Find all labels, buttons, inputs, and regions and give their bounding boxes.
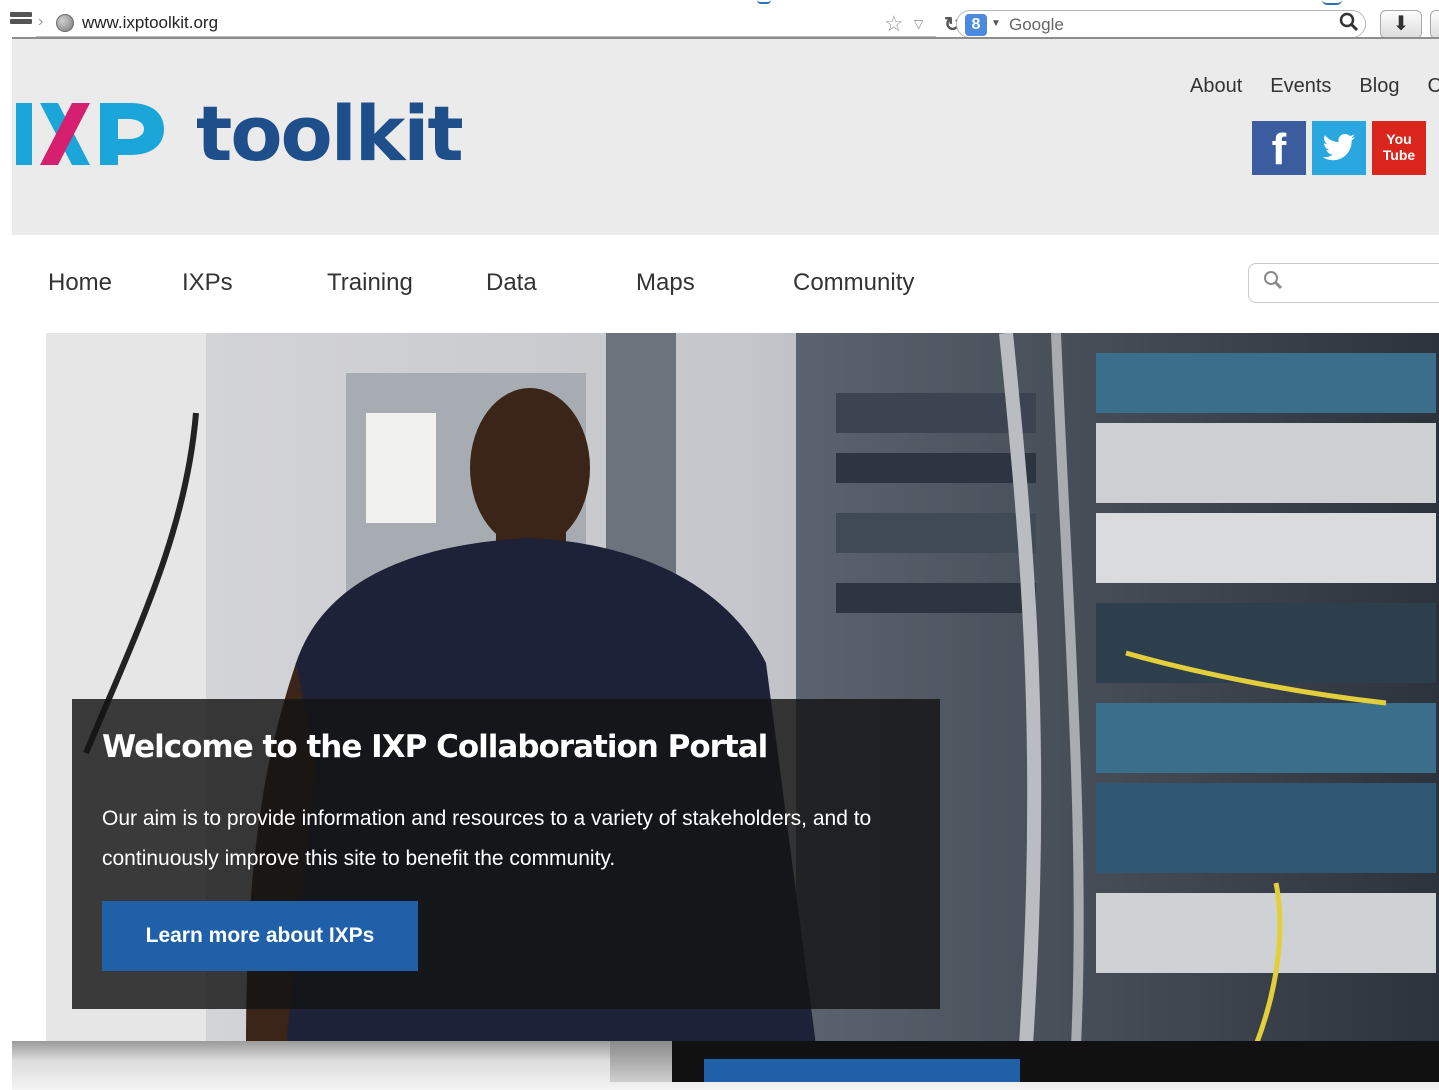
- nav-item-community[interactable]: Community: [793, 269, 914, 297]
- twitter-icon[interactable]: [1312, 121, 1366, 175]
- search-engine-dropdown-icon[interactable]: ▼: [991, 18, 1001, 29]
- facebook-icon[interactable]: f: [1252, 121, 1306, 175]
- nav-item-ixps[interactable]: IXPs: [182, 269, 233, 297]
- download-arrow-icon: ⬇: [1392, 13, 1410, 35]
- bookmarks-icon[interactable]: [10, 12, 32, 26]
- bookmark-star-icon[interactable]: ☆: [884, 13, 904, 35]
- browser-toolbar: › www.ixptoolkit.org ☆ ▽ ↻ 8 ▼ Google ⬇: [0, 4, 1439, 40]
- scroll-thumb-fragment: [610, 1041, 672, 1082]
- ixp-toolkit-logo[interactable]: toolkit: [14, 89, 464, 179]
- chevron-right-icon: ›: [38, 13, 44, 30]
- address-bar[interactable]: › www.ixptoolkit.org ☆ ▽ ↻: [36, 8, 961, 37]
- dropdown-triangle-icon[interactable]: ▽: [914, 17, 923, 31]
- link-blog[interactable]: Blog: [1359, 75, 1399, 98]
- toolbar-button[interactable]: [1430, 10, 1439, 39]
- button-fragment: [704, 1059, 1020, 1082]
- link-truncated[interactable]: C: [1427, 75, 1439, 98]
- ixp-logo-mark: [16, 103, 164, 165]
- google-icon[interactable]: 8: [965, 14, 987, 36]
- url-text[interactable]: www.ixptoolkit.org: [82, 13, 218, 33]
- logo-wordmark: toolkit: [196, 89, 464, 178]
- utility-links: About Events Blog C: [1190, 75, 1439, 98]
- learn-more-button[interactable]: Learn more about IXPs: [102, 901, 418, 971]
- main-navigation: Home IXPs Training Data Maps Community: [12, 235, 1439, 333]
- site-header: toolkit About Events Blog C f You Tube: [12, 39, 1439, 235]
- search-icon: [1264, 271, 1283, 290]
- nav-item-training[interactable]: Training: [327, 269, 413, 297]
- youtube-label: You Tube: [1382, 131, 1416, 163]
- hero-caption-panel: Welcome to the IXP Collaboration Portal …: [72, 699, 940, 1009]
- social-links: f You Tube: [1252, 121, 1426, 175]
- downloads-button[interactable]: ⬇: [1380, 10, 1422, 39]
- browser-search-input[interactable]: 8 ▼ Google: [956, 10, 1366, 38]
- search-icon[interactable]: [1339, 12, 1359, 37]
- link-events[interactable]: Events: [1270, 75, 1331, 98]
- search-engine-placeholder: Google: [1009, 15, 1064, 34]
- globe-icon: [56, 14, 74, 32]
- next-section-preview: [12, 1041, 1439, 1090]
- youtube-icon[interactable]: You Tube: [1372, 121, 1426, 175]
- hero-title: Welcome to the IXP Collaboration Portal: [102, 729, 768, 765]
- hero-banner: Welcome to the IXP Collaboration Portal …: [12, 333, 1439, 1045]
- link-about[interactable]: About: [1190, 75, 1242, 98]
- nav-item-maps[interactable]: Maps: [636, 269, 695, 297]
- nav-item-data[interactable]: Data: [486, 269, 537, 297]
- hero-left-margin: [12, 333, 46, 1045]
- site-search-input[interactable]: [1248, 263, 1439, 303]
- hero-description: Our aim is to provide information and re…: [102, 807, 872, 870]
- nav-item-home[interactable]: Home: [48, 269, 112, 297]
